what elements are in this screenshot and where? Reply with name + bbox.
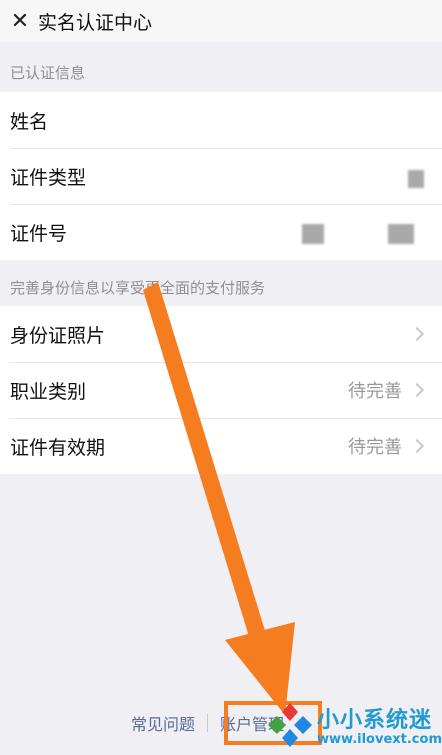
redacted-value: [408, 170, 424, 188]
footer-divider: [207, 713, 209, 732]
redacted-value: [388, 224, 414, 244]
verified-info-group: 姓名 证件类型 证件号: [0, 92, 442, 260]
watermark: 小小系统迷 www.ilovext.com: [265, 700, 442, 755]
id-type-label: 证件类型: [10, 166, 87, 189]
top-bar: ✕ 实名认证中心: [0, 0, 442, 42]
occupation-status: 待完善: [348, 381, 402, 402]
name-label: 姓名: [10, 110, 49, 133]
id-photo-row[interactable]: 身份证照片: [0, 306, 442, 362]
occupation-row[interactable]: 职业类别 待完善: [0, 362, 442, 418]
id-number-label: 证件号: [10, 222, 68, 245]
watermark-logo-icon: [268, 703, 312, 747]
chevron-right-icon: [409, 326, 425, 342]
occupation-label: 职业类别: [10, 380, 87, 403]
id-type-row: 证件类型: [0, 148, 442, 204]
verified-section-label: 已认证信息: [10, 64, 86, 82]
id-validity-row[interactable]: 证件有效期 待完善: [0, 418, 442, 474]
complete-info-group: 身份证照片 职业类别 待完善 证件有效期 待完善: [0, 306, 442, 474]
faq-link[interactable]: 常见问题: [131, 711, 195, 735]
close-icon[interactable]: ✕: [4, 0, 36, 42]
watermark-url: www.ilovext.com: [317, 732, 442, 747]
watermark-brand: 小小系统迷: [317, 708, 433, 733]
id-validity-label: 证件有效期: [10, 436, 106, 459]
id-validity-status: 待完善: [348, 437, 402, 458]
chevron-right-icon: [409, 382, 425, 398]
id-photo-label: 身份证照片: [10, 324, 106, 347]
page-title: 实名认证中心: [38, 11, 153, 34]
chevron-right-icon: [409, 438, 425, 454]
complete-section-label: 完善身份信息以享受更全面的支付服务: [10, 279, 266, 297]
name-row: 姓名: [0, 92, 442, 148]
redacted-value: [302, 224, 324, 244]
id-number-row: 证件号: [0, 204, 442, 260]
